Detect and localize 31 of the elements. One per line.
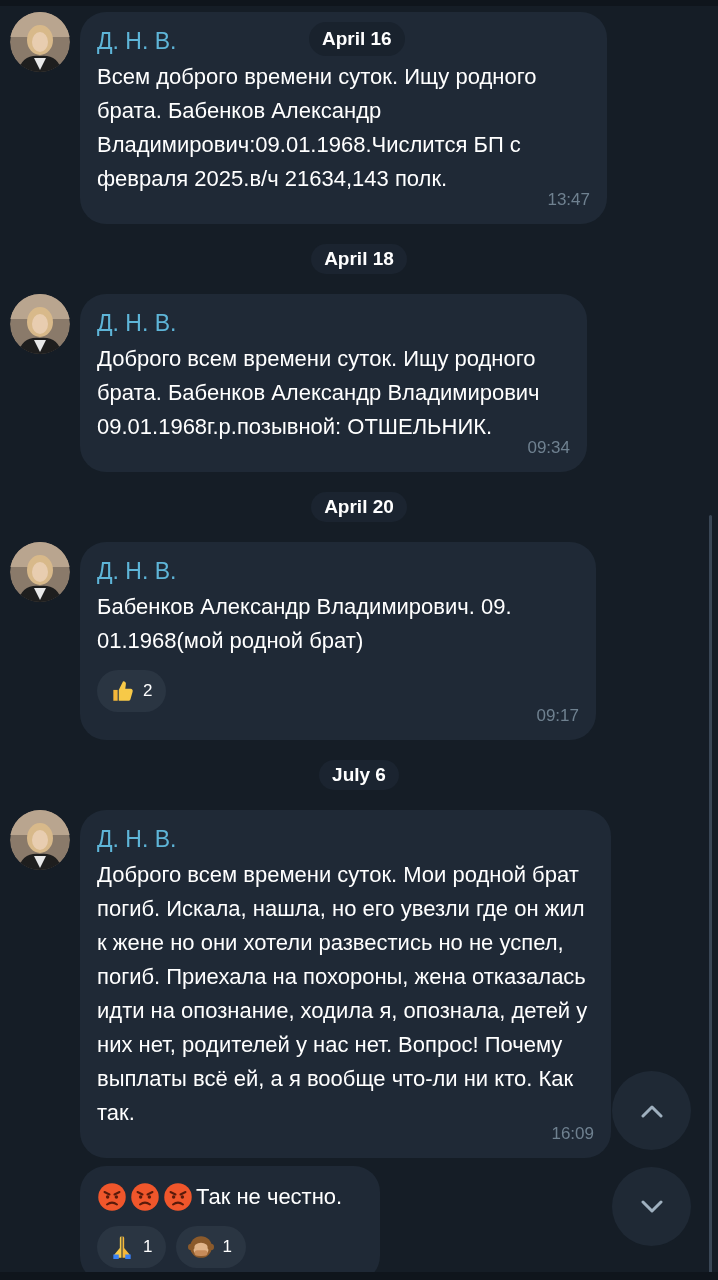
sender-name[interactable]: Д. Н. В.: [97, 824, 177, 854]
message-text: Бабенков Александр Владимирович. 09. 01.1968(мой родной брат): [97, 593, 513, 655]
message-text: Всем доброго времени суток. Ищу родного брата. Бабенков Александр Владимирович:09.01.1968.Числится БП с февраля 2025.в/ч 21634,143 полк.: [97, 63, 538, 193]
angry-face-icon: [163, 1182, 193, 1212]
sender-name[interactable]: Д. Н. В.: [97, 308, 177, 338]
reaction-chip[interactable]: 1: [97, 1226, 167, 1268]
reaction-chip[interactable]: 1: [176, 1226, 246, 1268]
message-text: Так не честно.: [196, 1183, 343, 1211]
reaction-chip[interactable]: 2: [97, 670, 167, 712]
date-label: April 20: [311, 492, 407, 522]
angry-face-icon: [130, 1182, 160, 1212]
avatar[interactable]: [10, 542, 70, 602]
message-time: 09:34: [526, 438, 570, 458]
sender-name[interactable]: Д. Н. В.: [97, 26, 177, 56]
sender-name[interactable]: Д. Н. В.: [97, 556, 177, 586]
angry-face-icon: [97, 1182, 127, 1212]
message-text: Доброго всем времени суток. Мои родной брат погиб. Искала, нашла, но его увезли где он жил к жене но они хотели развестись но не успел, погиб. Приехала на похороны, жена отказалась идти на опознание, ходила я, опознала, детей у них нет, родителей у нас нет. Вопрос! Почему выплаты всё ей, а я вообще что-ли ни кто. Как так.: [97, 861, 589, 1127]
avatar[interactable]: [10, 810, 70, 870]
message-time: 16:09: [550, 1124, 594, 1144]
monkey-face-icon: [188, 1234, 215, 1260]
avatar[interactable]: [10, 12, 70, 72]
date-label: April 16: [309, 22, 405, 56]
message-time: 09:17: [535, 706, 579, 726]
avatar[interactable]: [10, 294, 70, 354]
scrollbar[interactable]: [709, 515, 712, 1275]
chevron-up-icon: [640, 1103, 663, 1118]
chevron-down-icon: [640, 1199, 663, 1214]
message-time: 13:47: [546, 190, 590, 210]
message-text: Доброго всем времени суток. Ищу родного брата. Бабенков Александр Владимирович 09.01.1968г.р.позывной: ОТШЕЛЬНИК.: [97, 345, 541, 441]
date-label: July 6: [319, 760, 399, 790]
date-label: April 18: [311, 244, 407, 274]
